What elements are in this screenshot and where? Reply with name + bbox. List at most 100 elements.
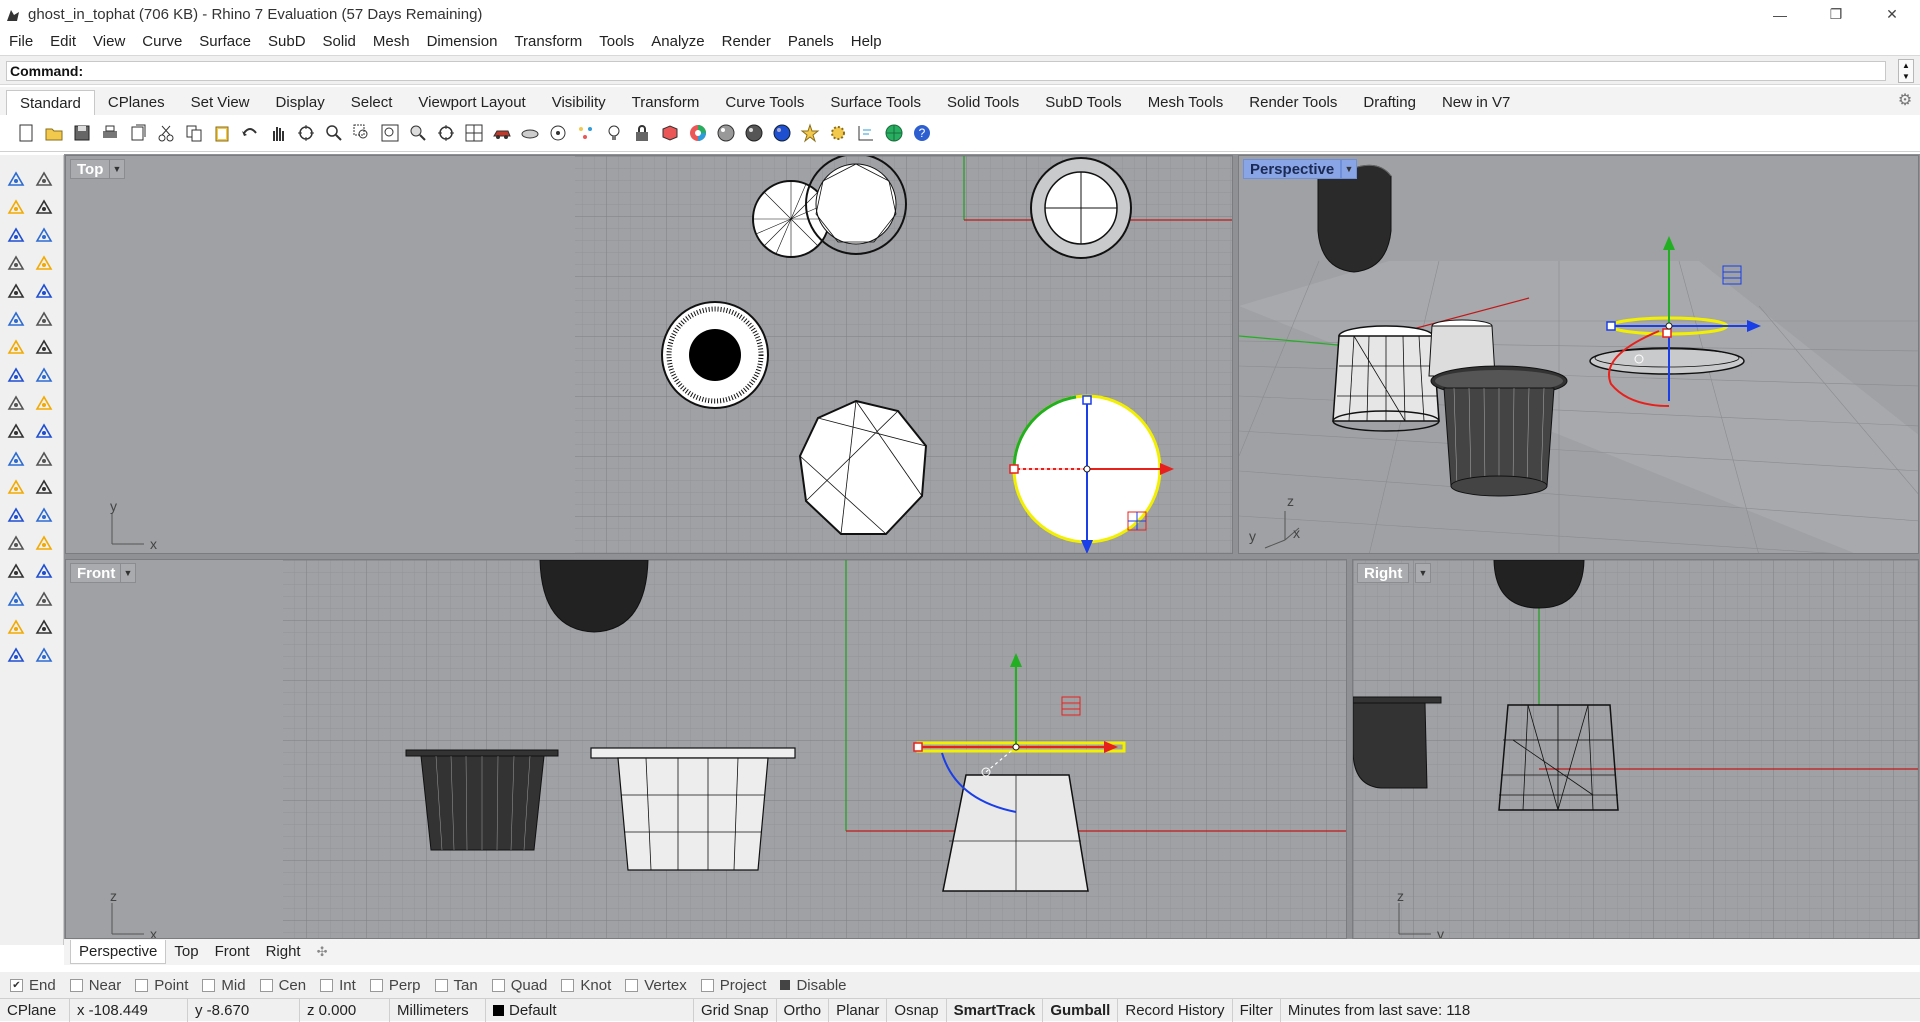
menu-solid[interactable]: Solid <box>314 33 364 50</box>
status-cplane[interactable]: CPlane <box>0 998 70 1022</box>
checkbox-icon[interactable] <box>700 978 714 992</box>
tab-visibility[interactable]: Visibility <box>539 90 619 115</box>
tab-front[interactable]: Front <box>207 940 258 964</box>
osnap-vertex-checkbox[interactable]: Vertex <box>625 977 687 994</box>
globe-icon[interactable] <box>880 119 908 147</box>
right-viewport-canvas[interactable] <box>1353 560 1919 939</box>
osnap-int-checkbox[interactable]: Int <box>320 977 356 994</box>
check-icon[interactable] <box>32 559 56 583</box>
osnap-quad-checkbox[interactable]: Quad <box>491 977 547 994</box>
box-icon[interactable] <box>4 335 28 359</box>
mirror-icon[interactable] <box>32 531 56 555</box>
new-file-icon[interactable] <box>12 119 40 147</box>
osnap-disable-checkbox[interactable]: Disable <box>780 977 847 994</box>
osnap-mid-checkbox[interactable]: Mid <box>202 977 246 994</box>
status-filter[interactable]: Filter <box>1233 998 1281 1022</box>
menu-tools[interactable]: Tools <box>590 33 642 50</box>
solid-union-icon[interactable] <box>4 643 28 667</box>
tab-drafting[interactable]: Drafting <box>1350 90 1429 115</box>
menu-transform[interactable]: Transform <box>505 33 590 50</box>
menu-curve[interactable]: Curve <box>133 33 190 50</box>
tab-cplanes[interactable]: CPlanes <box>95 90 178 115</box>
scroll-up-icon[interactable]: ▲ <box>1902 61 1910 70</box>
render-icon[interactable] <box>32 587 56 611</box>
blend-icon[interactable] <box>32 475 56 499</box>
viewport-menu-chevron-down-icon[interactable]: ▼ <box>1415 563 1431 583</box>
import-icon[interactable] <box>124 119 152 147</box>
dimension-icon[interactable] <box>852 119 880 147</box>
osnap-end-checkbox[interactable]: ✔ End <box>10 977 56 994</box>
block-icon[interactable] <box>4 559 28 583</box>
menu-view[interactable]: View <box>84 33 133 50</box>
viewport-front[interactable]: Front ▼ z x <box>65 559 1347 939</box>
status-record-history[interactable]: Record History <box>1118 998 1233 1022</box>
fillet-icon[interactable] <box>4 447 28 471</box>
menu-surface[interactable]: Surface <box>190 33 259 50</box>
point-icon[interactable] <box>32 167 56 191</box>
status-ortho[interactable]: Ortho <box>777 998 830 1022</box>
cut-icon[interactable] <box>152 119 180 147</box>
menu-subd[interactable]: SubD <box>259 33 314 50</box>
tab-curve-tools[interactable]: Curve Tools <box>712 90 817 115</box>
tab-surface-tools[interactable]: Surface Tools <box>817 90 934 115</box>
grid-array-icon[interactable] <box>4 615 28 639</box>
ellipse-icon[interactable] <box>32 223 56 247</box>
perspective-viewport-canvas[interactable] <box>1239 156 1919 554</box>
checkbox-icon[interactable] <box>780 980 791 990</box>
checkbox-icon[interactable] <box>434 978 448 992</box>
color-wheel-icon[interactable] <box>684 119 712 147</box>
minimize-button[interactable]: — <box>1752 0 1808 29</box>
copy-icon[interactable] <box>180 119 208 147</box>
osnap-project-checkbox[interactable]: Project <box>700 977 766 994</box>
menu-help[interactable]: Help <box>842 33 890 50</box>
checkbox-icon[interactable] <box>69 978 83 992</box>
explode-icon[interactable] <box>32 391 56 415</box>
help-icon[interactable]: ? <box>908 119 936 147</box>
sphere-icon[interactable] <box>32 335 56 359</box>
osnap-tan-checkbox[interactable]: Tan <box>434 977 478 994</box>
mesh-icon[interactable] <box>4 587 28 611</box>
status-smarttrack[interactable]: SmartTrack <box>947 998 1044 1022</box>
restore-button[interactable]: ❐ <box>1808 0 1864 29</box>
viewport-top[interactable]: Top ▼ y x <box>65 155 1233 554</box>
checkbox-icon[interactable] <box>135 978 149 992</box>
checkbox-icon[interactable] <box>369 978 383 992</box>
checkbox-icon[interactable] <box>320 978 334 992</box>
command-history-scroll[interactable]: ▲ ▼ <box>1898 59 1914 83</box>
viewport-right[interactable]: Right ▼ z y <box>1352 559 1919 939</box>
solid-difference-icon[interactable] <box>32 643 56 667</box>
osnap-near-checkbox[interactable]: Near <box>69 977 121 994</box>
pan-hand-icon[interactable] <box>264 119 292 147</box>
array-icon[interactable] <box>4 531 28 555</box>
surface-loft-icon[interactable] <box>32 307 56 331</box>
viewport-title-front[interactable]: Front <box>70 563 123 583</box>
status-units[interactable]: Millimeters <box>390 998 486 1022</box>
tab-render-tools[interactable]: Render Tools <box>1236 90 1350 115</box>
osnap-perp-checkbox[interactable]: Perp <box>369 977 421 994</box>
zoom-icon[interactable] <box>320 119 348 147</box>
status-layer[interactable]: Default <box>486 998 694 1022</box>
dimension-icon[interactable] <box>32 503 56 527</box>
blue-sphere-icon[interactable] <box>768 119 796 147</box>
polyline-icon[interactable] <box>4 195 28 219</box>
command-input[interactable] <box>89 63 1885 79</box>
tab-display[interactable]: Display <box>263 90 338 115</box>
close-button[interactable]: ✕ <box>1864 0 1920 29</box>
rectangle-icon[interactable] <box>32 251 56 275</box>
zoom-window-icon[interactable] <box>348 119 376 147</box>
extrude-icon[interactable] <box>4 363 28 387</box>
lock-icon[interactable] <box>628 119 656 147</box>
history-icon[interactable] <box>32 615 56 639</box>
viewport-title-top[interactable]: Top <box>70 159 111 179</box>
menu-panels[interactable]: Panels <box>779 33 842 50</box>
menu-dimension[interactable]: Dimension <box>418 33 506 50</box>
polygon-icon[interactable] <box>4 279 28 303</box>
viewport-title-perspective[interactable]: Perspective <box>1243 159 1342 179</box>
checkbox-icon[interactable] <box>202 978 216 992</box>
light-bulb-icon[interactable] <box>600 119 628 147</box>
status-grid-snap[interactable]: Grid Snap <box>694 998 777 1022</box>
stars-icon[interactable] <box>796 119 824 147</box>
viewport-menu-chevron-down-icon[interactable]: ▼ <box>109 159 125 179</box>
viewport-title-right[interactable]: Right <box>1357 563 1410 583</box>
undo-icon[interactable] <box>236 119 264 147</box>
